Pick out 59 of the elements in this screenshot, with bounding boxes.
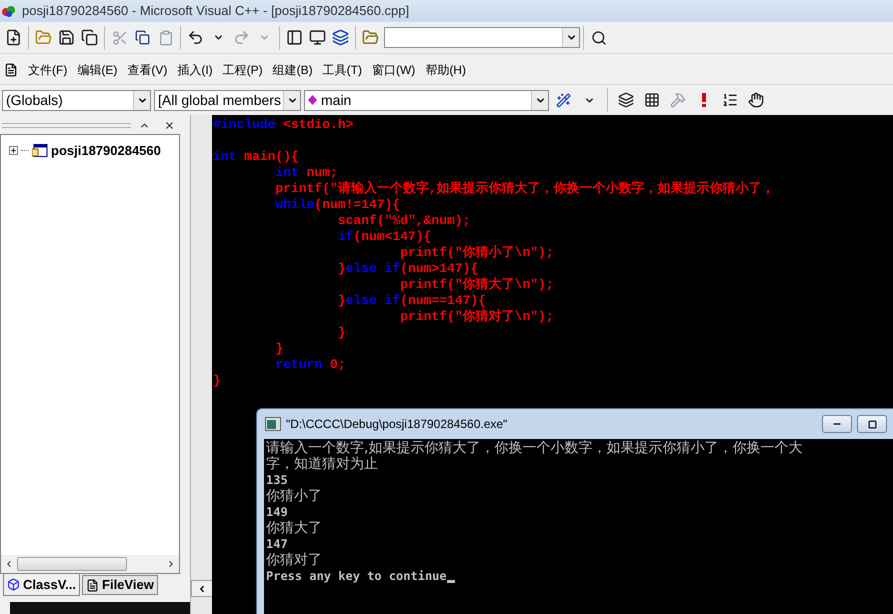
panel-grip[interactable] <box>2 122 131 128</box>
console-line: 149 <box>266 504 288 520</box>
console-line: 你猜小了 <box>266 488 322 504</box>
code-line: printf("请输入一个数字,如果提示你猜大了，你换一个小数字，如果提示你猜小了， <box>274 181 775 196</box>
code-line: if(num<147){ <box>336 229 432 244</box>
console-line: 135 <box>266 472 288 488</box>
menu-item[interactable]: 窗口(W) <box>372 60 416 78</box>
code-line: printf("你猜小了\n"); <box>399 245 554 260</box>
menu-item[interactable]: 查看(V) <box>127 60 168 78</box>
console-line: 你猜对了 <box>266 552 322 568</box>
menu-item[interactable]: 组建(B) <box>272 60 313 78</box>
diamond-icon <box>308 95 317 105</box>
panel-tab[interactable]: ClassV... <box>3 574 80 596</box>
menu-item[interactable]: 工程(P) <box>222 60 263 78</box>
code-line: int num; <box>274 165 338 180</box>
code-line: printf("你猜对了\n"); <box>399 309 554 324</box>
menu-item[interactable]: 插入(I) <box>177 60 213 78</box>
console-line: 147 <box>266 536 288 552</box>
code-line: printf("你猜大了\n"); <box>399 277 554 292</box>
horizontal-scrollbar[interactable] <box>1 555 179 573</box>
panel-tab[interactable]: FileView <box>82 575 158 595</box>
code-line: }else if(num>147){ <box>336 261 478 276</box>
code-line: } <box>213 373 221 388</box>
console-line: Press any key to continue <box>266 568 447 584</box>
minimize-button[interactable] <box>822 415 852 433</box>
console-line: 字，知道猜对为止 <box>266 456 378 472</box>
function-combo[interactable]: main <box>304 90 549 110</box>
console-title: "D:\CCCC\Debug\posji18790284560.exe" <box>286 416 508 433</box>
scroll-left-icon <box>197 584 207 594</box>
menu-item[interactable]: 编辑(E) <box>77 60 118 78</box>
menu-item[interactable]: 工具(T) <box>322 60 362 78</box>
console-line: 你猜大了 <box>266 520 322 536</box>
console-line: 请输入一个数字,如果提示你猜大了，你换一个小数字，如果提示你猜小了，你换一个大 <box>266 440 802 456</box>
code-line: int main(){ <box>213 149 299 164</box>
classes-icon <box>32 144 48 158</box>
app-icon <box>2 4 16 18</box>
members-combo[interactable]: [All global members <box>154 90 301 110</box>
scroll-left-button[interactable] <box>191 580 213 597</box>
code-line: return 0; <box>274 357 346 372</box>
document-icon <box>86 578 100 592</box>
code-line: #include <stdio.h> <box>213 117 354 132</box>
find-combo[interactable] <box>384 27 580 48</box>
expander-icon[interactable] <box>9 146 18 156</box>
code-line: } <box>274 341 284 356</box>
maximize-button[interactable] <box>857 415 887 433</box>
tree-item[interactable]: posji18790284560 <box>51 141 161 160</box>
scope-combo[interactable]: (Globals) <box>2 90 151 110</box>
scroll-thumb[interactable] <box>17 557 127 571</box>
code-line: } <box>336 325 346 340</box>
maximize-icon <box>868 420 876 428</box>
menu-item[interactable]: 文件(F) <box>28 60 68 78</box>
code-line: }else if(num==147){ <box>336 293 486 308</box>
code-line: while(num!=147){ <box>274 197 400 212</box>
document-icon <box>4 62 18 76</box>
class-view-icon <box>7 578 20 591</box>
window-title: posji18790284560 - Microsoft Visual C++ - [posji18790284560.cpp] <box>22 2 410 20</box>
console-icon <box>265 417 281 431</box>
code-line: scanf("%d",&num); <box>336 213 470 228</box>
menu-item[interactable]: 帮助(H) <box>425 60 466 78</box>
